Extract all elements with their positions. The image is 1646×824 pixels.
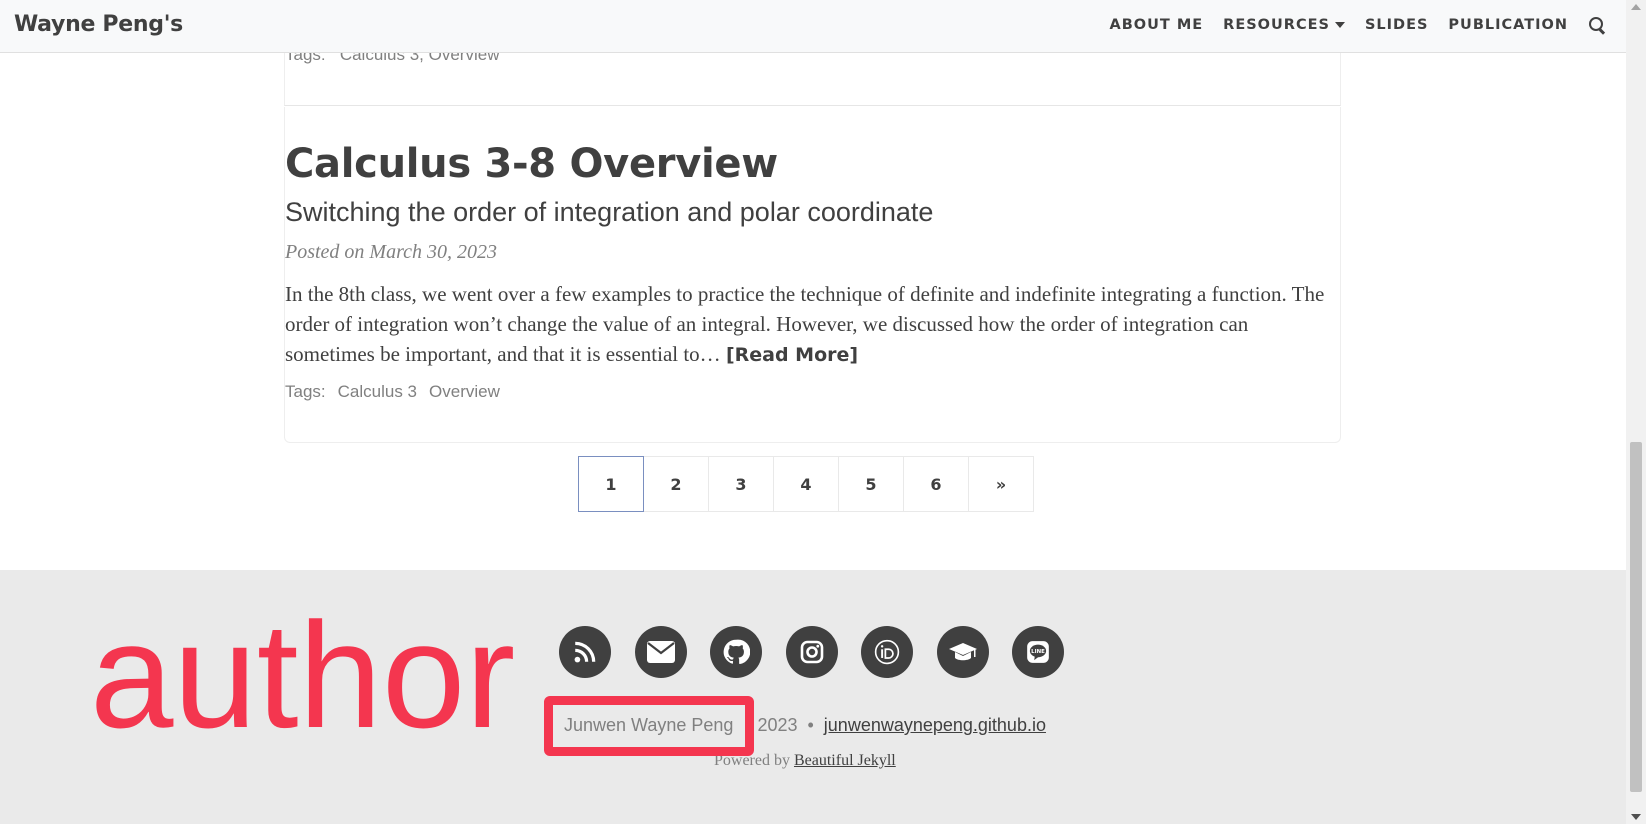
page-2-link[interactable]: 2 [643, 456, 709, 512]
email-icon[interactable] [634, 626, 687, 678]
copyright-year: 2023 [757, 715, 798, 735]
nav-item-publication[interactable]: PUBLICATION [1448, 17, 1568, 33]
page-scrollbar[interactable] [1626, 0, 1646, 824]
next-page-link[interactable]: » [968, 456, 1034, 512]
rss-icon[interactable] [559, 626, 611, 678]
nav-item-label: ABOUT ME [1109, 17, 1204, 33]
page-6-link[interactable]: 6 [903, 456, 969, 512]
tag-calculus-3[interactable]: Calculus 3 [338, 382, 417, 402]
pagination: 1 2 3 4 5 6 » [578, 456, 1034, 512]
scroll-up-arrow-icon[interactable] [1631, 4, 1641, 10]
read-more-link[interactable]: [Read More] [726, 344, 858, 366]
nav-item-label: SLIDES [1364, 17, 1429, 33]
page-5-link[interactable]: 5 [838, 456, 904, 512]
instagram-icon[interactable] [785, 626, 838, 678]
post-title[interactable]: Calculus 3-8 Overview [285, 141, 778, 187]
nav-menu: ABOUT ME RESOURCES SLIDES PUBLICATION [1090, 16, 1606, 34]
nav-item-label: PUBLICATION [1448, 17, 1568, 33]
top-navbar: Wayne Peng's ABOUT ME RESOURCES SLIDES P… [0, 0, 1626, 53]
annotation-label: author [90, 591, 516, 759]
site-brand[interactable]: Wayne Peng's [14, 12, 183, 37]
post-tags: Tags: Calculus 3 Overview [285, 382, 500, 402]
nav-item-about-me[interactable]: ABOUT ME [1110, 17, 1204, 33]
svg-text:LINE: LINE [1031, 649, 1045, 655]
site-url-link[interactable]: junwenwaynepeng.github.io [824, 715, 1046, 736]
annotation-highlight-box [544, 696, 754, 756]
line-icon[interactable]: LINE [1012, 626, 1064, 678]
page-3-link[interactable]: 3 [708, 456, 774, 512]
post-subtitle: Switching the order of integration and p… [285, 197, 934, 227]
beautiful-jekyll-link[interactable]: Beautiful Jekyll [794, 752, 896, 769]
social-links: LINE [559, 626, 1088, 678]
orcid-icon[interactable] [861, 626, 913, 678]
search-icon[interactable] [1588, 16, 1606, 34]
scroll-thumb[interactable] [1630, 442, 1642, 792]
separator-dot: • [807, 715, 814, 735]
tag-overview[interactable]: Overview [429, 382, 500, 402]
page-4-link[interactable]: 4 [773, 456, 839, 512]
tags-label: Tags: [285, 382, 326, 401]
post-date: Posted on March 30, 2023 [285, 241, 498, 263]
graduation-cap-icon[interactable] [936, 626, 989, 678]
nav-item-label: RESOURCES [1223, 17, 1330, 33]
nav-item-resources[interactable]: RESOURCES [1223, 17, 1345, 33]
caret-down-icon [1334, 22, 1345, 28]
post-excerpt: In the 8th class, we went over a few exa… [285, 279, 1342, 370]
nav-item-slides[interactable]: SLIDES [1365, 17, 1428, 33]
github-icon[interactable] [710, 626, 762, 678]
post-card: Calculus 3-8 Overview Switching the orde… [284, 107, 1341, 443]
page-1-link[interactable]: 1 [578, 456, 644, 512]
scroll-down-arrow-icon[interactable] [1631, 814, 1641, 820]
